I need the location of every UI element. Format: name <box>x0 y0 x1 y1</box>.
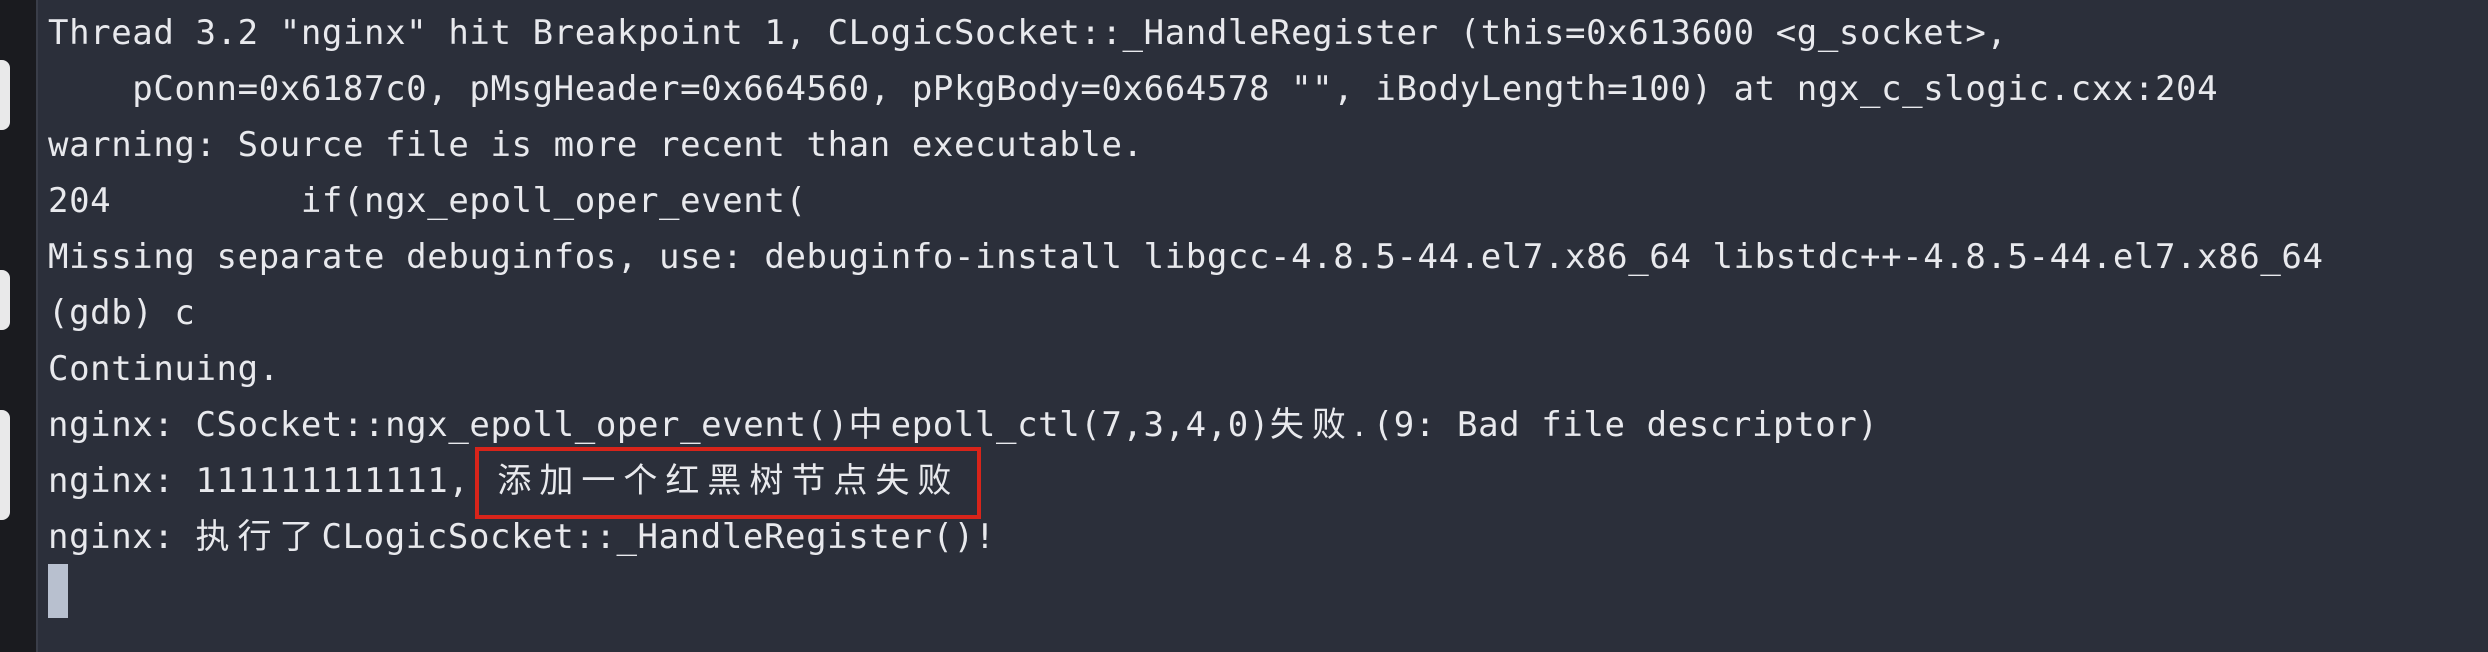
socket-error-suffix: (9: Bad file descriptor) <box>1372 405 1879 445</box>
terminal-line-exec: nginx: 执行了CLogicSocket::_HandleRegister(… <box>48 509 2324 565</box>
exec-cjk: 执行了 <box>195 517 322 557</box>
terminal-cursor <box>48 564 68 618</box>
terminal-line: Continuing. <box>48 349 280 389</box>
terminal-line: Thread 3.2 "nginx" hit Breakpoint 1, CLo… <box>48 13 2008 53</box>
highlighted-message: 添加一个红黑树节点失败 <box>497 461 960 501</box>
adjacent-window-element <box>0 410 10 520</box>
terminal-line-socket-error: nginx: CSocket::ngx_epoll_oper_event()中e… <box>48 397 2324 453</box>
terminal-line: pConn=0x6187c0, pMsgHeader=0x664560, pPk… <box>48 69 2219 109</box>
terminal-line: 204 if(ngx_epoll_oper_event( <box>48 181 807 221</box>
terminal-line: Missing separate debuginfos, use: debugi… <box>48 237 2324 277</box>
terminal-window[interactable]: Thread 3.2 "nginx" hit Breakpoint 1, CLo… <box>36 0 2488 652</box>
exec-prefix: nginx: <box>48 517 196 557</box>
terminal-output: Thread 3.2 "nginx" hit Breakpoint 1, CLo… <box>48 5 2324 565</box>
highlight-prefix: nginx: 111111111111, <box>48 461 470 501</box>
socket-error-cjk2: 失败. <box>1269 405 1373 445</box>
adjacent-window-edge <box>0 0 36 652</box>
socket-error-cjk: 中 <box>848 405 891 445</box>
socket-error-mid: epoll_ctl(7,3,4,0) <box>890 405 1270 445</box>
terminal-line: warning: Source file is more recent than… <box>48 125 1144 165</box>
terminal-line-highlighted: nginx: 111111111111, 添加一个红黑树节点失败 <box>48 447 2324 519</box>
exec-suffix: CLogicSocket::_HandleRegister()! <box>321 517 996 557</box>
terminal-line: (gdb) c <box>48 293 196 333</box>
adjacent-window-element <box>0 60 10 130</box>
red-annotation-box: 添加一个红黑树节点失败 <box>475 447 982 519</box>
socket-error-prefix: nginx: CSocket::ngx_epoll_oper_event() <box>48 405 849 445</box>
adjacent-window-element <box>0 270 10 330</box>
